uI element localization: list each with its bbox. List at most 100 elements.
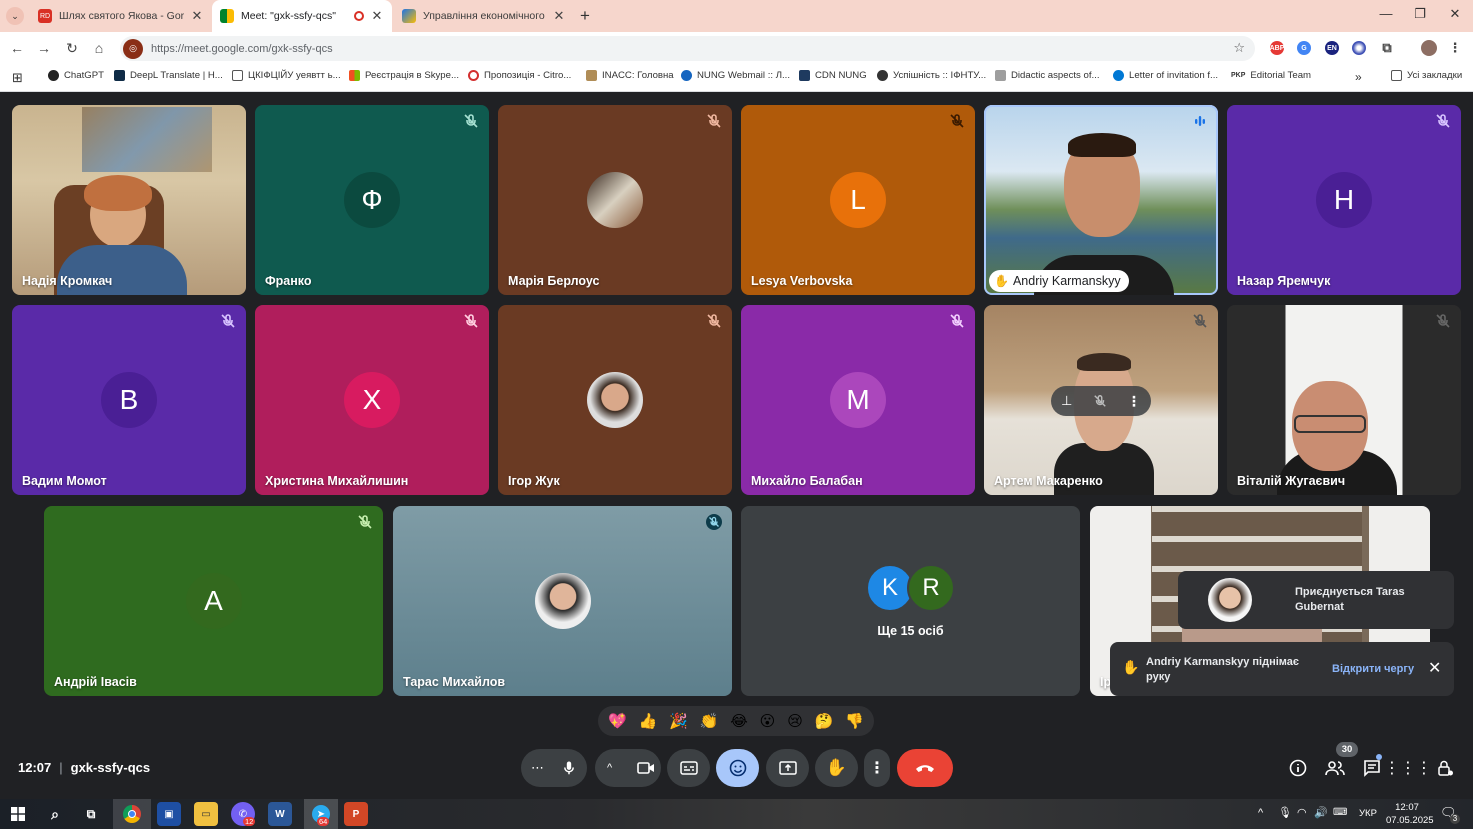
tab-document[interactable]: Управління економічного роз ✕ <box>394 0 574 32</box>
pin-icon[interactable]: ⊥ <box>1061 393 1072 409</box>
participant-tile[interactable]: Надія Кромкач <box>12 105 246 295</box>
close-icon[interactable]: ✕ <box>190 8 204 24</box>
participant-tile-speaking[interactable]: ✋ Andriy Karmanskyy <box>984 105 1218 295</box>
maximize-button[interactable]: ❐ <box>1411 6 1429 22</box>
microphone-button[interactable] <box>551 750 587 786</box>
audio-options-icon[interactable]: ⋯ <box>531 760 544 776</box>
reactions-button[interactable] <box>716 749 759 787</box>
adblock-icon[interactable]: ABP <box>1270 41 1284 55</box>
new-tab-button[interactable]: + <box>580 6 590 26</box>
forward-button[interactable]: → <box>35 40 53 56</box>
more-bookmarks-icon[interactable]: » <box>1355 70 1362 84</box>
reaction-clap-icon[interactable]: 👏 <box>700 712 719 730</box>
minimize-button[interactable]: — <box>1377 6 1395 21</box>
people-button[interactable] <box>1322 756 1348 780</box>
url-text[interactable]: https://meet.google.com/gxk-ssfy-qcs <box>151 43 333 55</box>
volume-icon[interactable]: 🔊 <box>1314 806 1328 819</box>
taskbar-chrome[interactable] <box>113 799 151 829</box>
search-icon[interactable]: ⌕ <box>43 802 67 826</box>
extension-globe-icon[interactable] <box>1352 41 1366 55</box>
bookmark-editorial[interactable]: PKP Editorial Team <box>1231 70 1311 81</box>
extensions-puzzle-icon[interactable]: ⧉ <box>1380 40 1394 55</box>
reaction-laugh-icon[interactable]: 😂 <box>730 712 748 730</box>
leave-call-button[interactable] <box>897 749 953 787</box>
reaction-party-icon[interactable]: 🎉 <box>669 712 688 730</box>
participant-tile[interactable]: Ф Франко <box>255 105 489 295</box>
activities-button[interactable]: ⋮⋮⋮ <box>1384 756 1432 780</box>
reaction-surprised-icon[interactable]: 😮 <box>760 712 776 730</box>
close-icon[interactable]: ✕ <box>1428 658 1441 678</box>
participant-tile[interactable]: Марія Берлоус <box>498 105 732 295</box>
network-icon[interactable]: ◠ <box>1297 806 1307 819</box>
close-icon[interactable]: ✕ <box>370 8 384 24</box>
tab-search-button[interactable]: ⌄ <box>6 7 24 25</box>
browser-menu-icon[interactable]: ⋮ <box>1448 40 1462 55</box>
participant-tile[interactable]: Тарас Михайлов <box>393 506 732 696</box>
open-queue-link[interactable]: Відкрити чергу <box>1332 663 1414 675</box>
video-options-icon[interactable]: ^ <box>607 762 612 774</box>
participant-tile[interactable]: А Андрій Івасів <box>44 506 383 696</box>
chat-button[interactable] <box>1359 756 1385 780</box>
reaction-thumbs-up-icon[interactable]: 👍 <box>639 712 658 730</box>
bookmark-folder[interactable]: ЦКІФЦІЙУ уеявтт ь... <box>232 70 341 81</box>
bookmark-uspishnist[interactable]: Успішність :: ІФНТУ... <box>877 70 986 81</box>
meeting-details-button[interactable] <box>1285 756 1311 780</box>
address-bar[interactable]: ◎ https://meet.google.com/gxk-ssfy-qcs ☆ <box>120 36 1255 61</box>
bookmark-letter[interactable]: Letter of invitation f... <box>1113 70 1218 81</box>
reaction-heart-icon[interactable]: 💖 <box>608 712 627 730</box>
task-view-icon[interactable]: ⧉ <box>79 802 103 826</box>
reload-button[interactable]: ↻ <box>63 40 81 57</box>
tray-overflow-icon[interactable]: ^ <box>1258 807 1263 819</box>
bookmark-inacc[interactable]: INACC: Головна <box>586 70 674 81</box>
all-bookmarks-folder[interactable]: Усі закладки <box>1391 70 1462 81</box>
more-options-icon[interactable]: ⋮ <box>1127 393 1141 410</box>
bookmark-cdn[interactable]: CDN NUNG <box>799 70 867 81</box>
more-options-button[interactable]: ⋮ <box>864 749 890 787</box>
tab-gorgany[interactable]: RD Шлях святого Якова - Gorgany ✕ <box>30 0 212 32</box>
taskbar-clock[interactable]: 12:07 07.05.2025 <box>1386 801 1434 827</box>
language-extension-icon[interactable]: EN <box>1325 41 1339 55</box>
input-language[interactable]: УКР <box>1359 808 1377 819</box>
participant-tile[interactable]: М Михайло Балабан <box>741 305 975 495</box>
participant-tile[interactable]: Віталій Жугаєвич <box>1227 305 1461 495</box>
reaction-thumbs-down-icon[interactable]: 👎 <box>845 712 864 730</box>
raise-hand-button[interactable]: ✋ <box>815 749 858 787</box>
bookmark-skype[interactable]: Реєстрація в Skype... <box>349 70 459 81</box>
participant-tile[interactable]: В Вадим Момот <box>12 305 246 495</box>
more-participants-tile[interactable]: K R Ще 15 осіб <box>741 506 1080 696</box>
bookmark-star-icon[interactable]: ☆ <box>1233 40 1245 56</box>
save-app-icon[interactable]: ▣ <box>157 802 181 826</box>
site-info-icon[interactable]: ◎ <box>123 38 143 59</box>
captions-button[interactable] <box>667 749 710 787</box>
profile-avatar[interactable] <box>1421 40 1437 56</box>
participant-tile[interactable]: Х Христина Михайлишин <box>255 305 489 495</box>
apps-grid-icon[interactable]: ⊞ <box>12 70 23 86</box>
file-explorer-icon[interactable]: ▭ <box>194 802 218 826</box>
tray-mic-icon[interactable]: 🎙 <box>1278 806 1292 819</box>
bookmark-didactic[interactable]: Didactic aspects of... <box>995 70 1100 81</box>
tab-meet[interactable]: Meet: "gxk-ssfy-qcs" ✕ <box>212 0 392 32</box>
participant-tile[interactable]: Ігор Жук <box>498 305 732 495</box>
mute-participant-icon[interactable] <box>1093 394 1107 408</box>
reaction-sad-icon[interactable]: 😢 <box>787 712 803 730</box>
bookmark-deepl[interactable]: DeepL Translate | H... <box>114 70 223 81</box>
windows-start-icon[interactable] <box>6 802 30 826</box>
back-button[interactable]: ← <box>8 40 26 56</box>
translate-icon[interactable]: G <box>1297 41 1311 55</box>
participant-tile[interactable]: ⊥ ⋮ Артем Макаренко <box>984 305 1218 495</box>
bookmark-chatgpt[interactable]: ChatGPT <box>48 70 104 81</box>
participant-tile[interactable]: Н Назар Яремчук <box>1227 105 1461 295</box>
present-screen-button[interactable] <box>766 749 809 787</box>
host-controls-button[interactable] <box>1432 756 1458 780</box>
home-button[interactable]: ⌂ <box>90 40 108 56</box>
bookmark-citro[interactable]: Пропозиція - Citro... <box>468 70 571 81</box>
powerpoint-icon[interactable]: P <box>344 802 368 826</box>
close-icon[interactable]: ✕ <box>552 8 566 24</box>
close-window-button[interactable]: ✕ <box>1446 6 1464 22</box>
reaction-thinking-icon[interactable]: 🤔 <box>815 712 834 730</box>
word-icon[interactable]: W <box>268 802 292 826</box>
camera-icon[interactable] <box>637 760 655 776</box>
bookmark-webmail[interactable]: NUNG Webmail :: Л... <box>681 70 790 81</box>
keyboard-icon[interactable]: ⌨ <box>1333 807 1347 818</box>
participant-tile[interactable]: L Lesya Verbovska <box>741 105 975 295</box>
